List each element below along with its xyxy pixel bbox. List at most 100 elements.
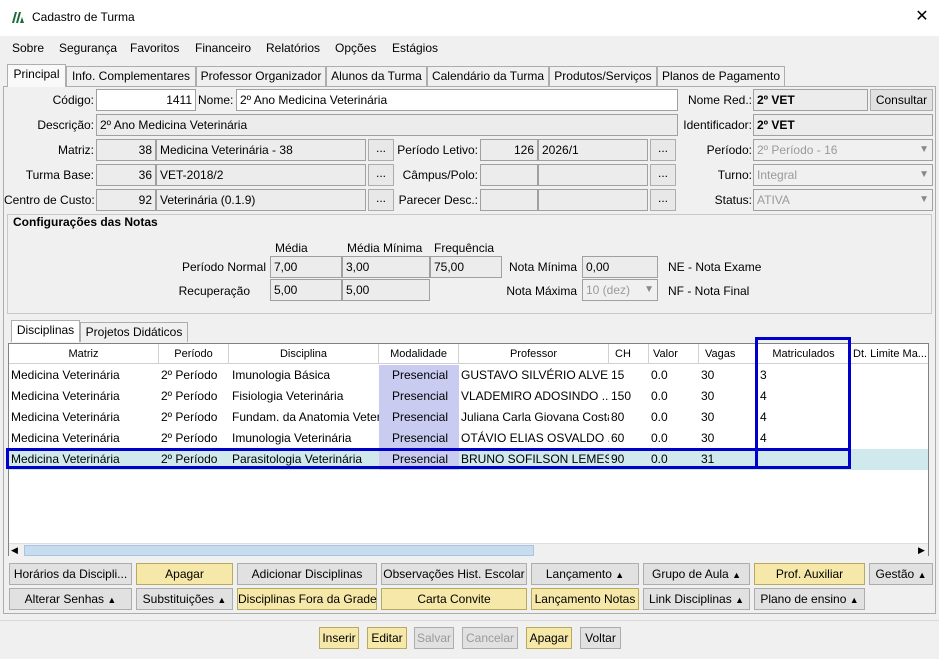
cell-professor[interactable]: OTÁVIO ELIAS OSVALDO ... [459, 428, 609, 449]
lancamento-notas-button[interactable]: Lançamento Notas [531, 588, 639, 610]
plano-de-ensino-button[interactable]: Plano de ensino ▲ [754, 588, 865, 610]
col-header-professor[interactable]: Professor [459, 344, 609, 364]
identificador-field[interactable]: 2º VET [753, 114, 933, 136]
cell-matriculados[interactable]: 4 [758, 407, 851, 428]
apagar-disciplina-button[interactable]: Apagar [136, 563, 233, 585]
col-header-periodo[interactable]: Período [159, 344, 229, 364]
close-icon[interactable]: ✕ [911, 6, 933, 28]
tab-produtos-servicos[interactable]: Produtos/Serviços [549, 66, 657, 86]
adicionar-disciplinas-button[interactable]: Adicionar Disciplinas [237, 563, 377, 585]
observacoes-hist-escolar-button[interactable]: Observações Hist. Escolar [381, 563, 527, 585]
cell-disciplina[interactable]: Imunologia Básica [230, 365, 379, 386]
lancamento-button[interactable]: Lançamento ▲ [531, 563, 639, 585]
cancelar-button[interactable]: Cancelar [462, 627, 518, 649]
tab-professor-organizador[interactable]: Professor Organizador [196, 66, 326, 86]
cell-matriz[interactable]: Medicina Veterinária [9, 365, 159, 386]
tab-alunos-da-turma[interactable]: Alunos da Turma [326, 66, 427, 86]
cell-disciplina[interactable]: Fisiologia Veterinária [230, 386, 379, 407]
cell-modalidade[interactable]: Presencial [379, 428, 459, 449]
cell-ch[interactable]: 60 [609, 428, 649, 449]
status-select[interactable]: ATIVA ▼ [753, 189, 933, 211]
cell-disciplina[interactable]: Parasitologia Veterinária [230, 449, 379, 470]
subtab-disciplinas[interactable]: Disciplinas [11, 320, 80, 342]
cell-matriculados[interactable]: 4 [758, 428, 851, 449]
pn-media-minima-field[interactable]: 3,00 [342, 256, 430, 278]
tab-info-complementares[interactable]: Info. Complementares [66, 66, 196, 86]
cell-valor[interactable]: 0.0 [649, 449, 699, 470]
apagar-button[interactable]: Apagar [526, 627, 572, 649]
substituicoes-button[interactable]: Substituições ▲ [136, 588, 233, 610]
cell-ch[interactable]: 150 [609, 386, 649, 407]
cell-matriz[interactable]: Medicina Veterinária [9, 428, 159, 449]
col-header-disciplina[interactable]: Disciplina [229, 344, 379, 364]
matriz-id-field[interactable]: 38 [96, 139, 156, 161]
scroll-left-icon[interactable]: ◀ [11, 545, 18, 556]
cell-valor[interactable]: 0.0 [649, 407, 699, 428]
cell-vagas[interactable]: 30 [699, 428, 757, 449]
cell-periodo[interactable]: 2º Período [159, 386, 229, 407]
menu-estagios[interactable]: Estágios [392, 41, 438, 55]
cell-ch[interactable]: 80 [609, 407, 649, 428]
inserir-button[interactable]: Inserir [319, 627, 359, 649]
disciplinas-fora-da-grade-button[interactable]: Disciplinas Fora da Grade [237, 588, 377, 610]
cell-disciplina[interactable]: Imunologia Veterinária [230, 428, 379, 449]
cell-professor[interactable]: GUSTAVO SILVÉRIO ALVES [459, 365, 609, 386]
cell-modalidade[interactable]: Presencial [379, 365, 459, 386]
disciplinas-grid[interactable]: Matriz Período Disciplina Modalidade Pro… [8, 343, 929, 556]
pn-media-field[interactable]: 7,00 [270, 256, 342, 278]
centro-custo-id-field[interactable]: 92 [96, 189, 156, 211]
col-header-matriz[interactable]: Matriz [9, 344, 159, 364]
cell-periodo[interactable]: 2º Período [159, 365, 229, 386]
gestao-button[interactable]: Gestão ▲ [869, 563, 933, 585]
descricao-field[interactable]: 2º Ano Medicina Veterinária [96, 114, 678, 136]
periodo-letivo-id-field[interactable]: 126 [480, 139, 538, 161]
campus-id-field[interactable] [480, 164, 538, 186]
cell-disciplina[interactable]: Fundam. da Anatomia Veter [230, 407, 379, 428]
periodo-select[interactable]: 2º Período - 16 ▼ [753, 139, 933, 161]
turma-base-lookup-button[interactable]: ... [368, 164, 394, 186]
col-header-modalidade[interactable]: Modalidade [379, 344, 459, 364]
subtab-projetos-didaticos[interactable]: Projetos Didáticos [80, 322, 188, 342]
periodo-letivo-lookup-button[interactable]: ... [650, 139, 676, 161]
matriz-lookup-button[interactable]: ... [368, 139, 394, 161]
cell-matriz[interactable]: Medicina Veterinária [9, 407, 159, 428]
col-header-dt-limite[interactable]: Dt. Limite Ma... [851, 344, 928, 364]
col-header-valor[interactable]: Valor [649, 344, 699, 364]
cell-modalidade[interactable]: Presencial [379, 386, 459, 407]
cell-professor[interactable]: Juliana Carla Giovana Costa [459, 407, 609, 428]
menu-favoritos[interactable]: Favoritos [130, 41, 179, 55]
codigo-field[interactable]: 1411 [96, 89, 196, 111]
rec-media-minima-field[interactable]: 5,00 [342, 279, 430, 301]
cell-vagas[interactable]: 30 [699, 365, 757, 386]
cell-valor[interactable]: 0.0 [649, 365, 699, 386]
col-header-matriculados[interactable]: Matriculados [757, 344, 851, 364]
cell-modalidade[interactable]: Presencial [379, 449, 459, 470]
centro-custo-lookup-button[interactable]: ... [368, 189, 394, 211]
cell-periodo[interactable]: 2º Período [159, 428, 229, 449]
scrollbar-thumb[interactable] [24, 545, 534, 556]
nome-red-field[interactable]: 2º VET [753, 89, 868, 111]
cell-periodo[interactable]: 2º Período [159, 407, 229, 428]
pn-frequencia-field[interactable]: 75,00 [430, 256, 502, 278]
col-header-ch[interactable]: CH [609, 344, 649, 364]
cell-ch[interactable]: 90 [609, 449, 649, 470]
cell-professor[interactable]: BRUNO SOFILSON LEMES [459, 449, 609, 470]
cell-vagas[interactable]: 31 [699, 449, 757, 470]
menu-opcoes[interactable]: Opções [335, 41, 376, 55]
consultar-button[interactable]: Consultar [870, 89, 933, 111]
menu-relatorios[interactable]: Relatórios [266, 41, 320, 55]
menu-sobre[interactable]: Sobre [12, 41, 44, 55]
alterar-senhas-button[interactable]: Alterar Senhas ▲ [9, 588, 132, 610]
rec-media-field[interactable]: 5,00 [270, 279, 342, 301]
voltar-button[interactable]: Voltar [580, 627, 621, 649]
prof-auxiliar-button[interactable]: Prof. Auxiliar [754, 563, 865, 585]
turma-base-id-field[interactable]: 36 [96, 164, 156, 186]
cell-matriculados[interactable]: 3 [758, 365, 851, 386]
col-header-vagas[interactable]: Vagas [699, 344, 757, 364]
tab-principal[interactable]: Principal [7, 64, 66, 87]
menu-seguranca[interactable]: Segurança [59, 41, 117, 55]
cell-matriculados[interactable]: 4 [758, 386, 851, 407]
cell-professor[interactable]: VLADEMIRO ADOSINDO ... [459, 386, 609, 407]
nota-minima-field[interactable]: 0,00 [582, 256, 658, 278]
cell-matriz[interactable]: Medicina Veterinária [9, 449, 159, 470]
